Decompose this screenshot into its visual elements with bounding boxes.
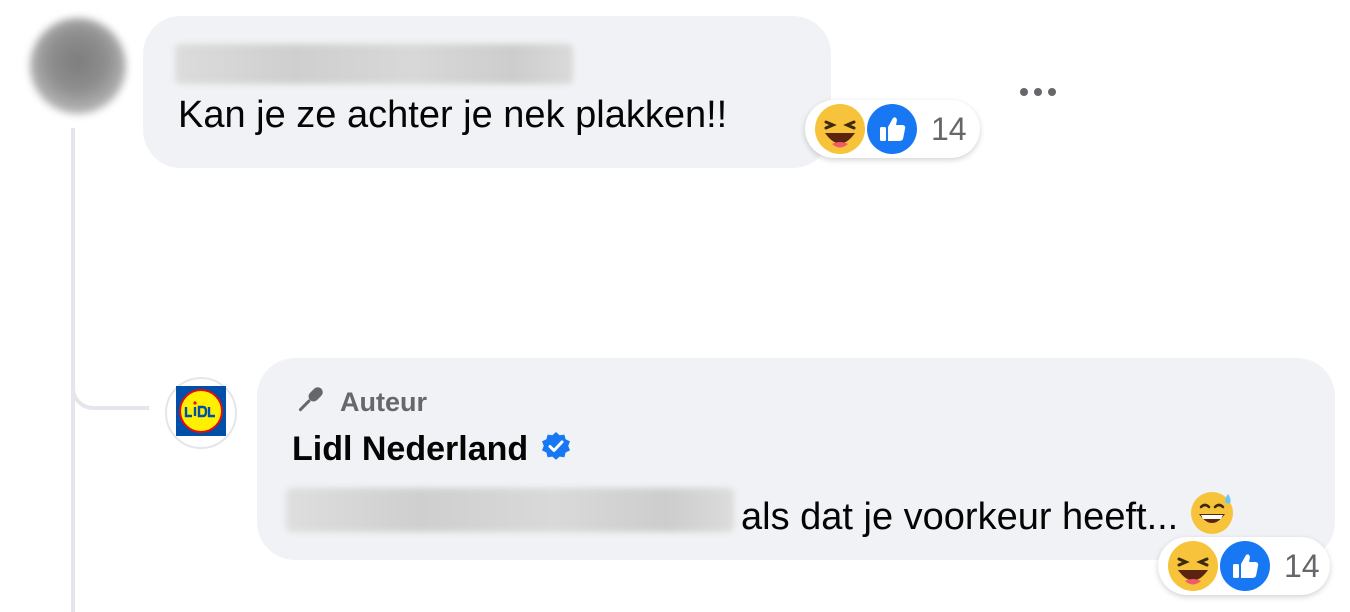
like-icon [1216, 537, 1274, 595]
reply-header: Lidl Nederland [292, 430, 572, 469]
reply-connector [71, 360, 149, 410]
laughing-emoji-icon [1164, 537, 1222, 595]
comment-bubble [143, 16, 831, 168]
commenter-avatar[interactable] [30, 18, 126, 114]
comment-thread: Kan je ze achter je nek plakken!! 14 Aut… [0, 0, 1350, 612]
laughing-emoji-icon [811, 100, 869, 158]
reaction-count: 14 [931, 110, 967, 147]
reply-text-row: als dat je voorkeur heeft... [741, 488, 1236, 546]
author-label: Auteur [340, 387, 427, 417]
page-name-link[interactable]: Lidl Nederland [292, 430, 528, 469]
comment-reactions[interactable]: 14 [805, 100, 980, 158]
commenter-name-redacted[interactable] [175, 44, 573, 84]
reply-text: als dat je voorkeur heeft... [741, 495, 1179, 538]
lidl-logo [176, 385, 226, 441]
mentioned-user-redacted[interactable] [286, 488, 734, 532]
more-options-icon [1016, 84, 1060, 102]
reaction-count: 14 [1284, 547, 1320, 584]
comment-text: Kan je ze achter je nek plakken!! [178, 94, 728, 136]
reply-reactions[interactable]: 14 [1158, 537, 1330, 595]
like-icon [863, 100, 921, 158]
page-avatar[interactable] [165, 377, 237, 449]
more-options-button[interactable] [1010, 78, 1066, 108]
author-badge: Auteur [292, 382, 427, 423]
verified-badge-icon [540, 431, 572, 468]
microphone-icon [292, 382, 328, 423]
